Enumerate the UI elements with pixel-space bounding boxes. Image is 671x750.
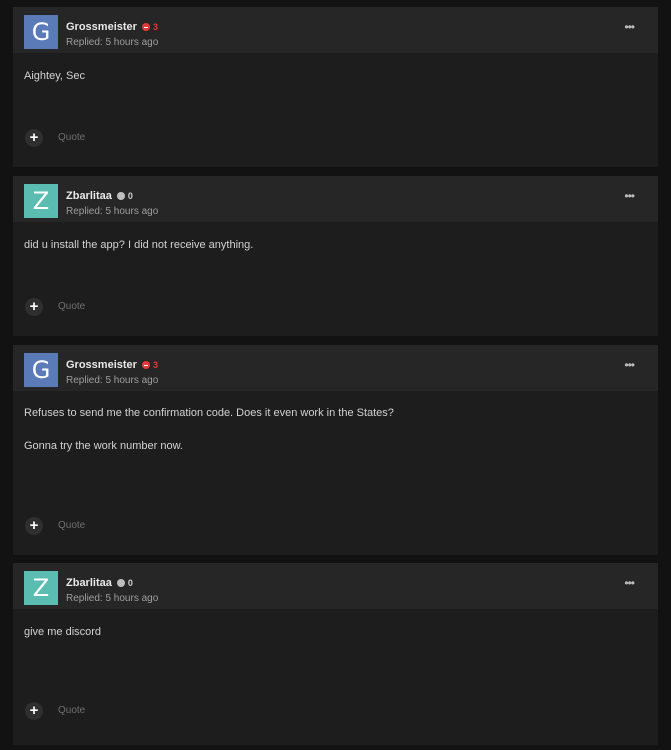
react-plus-button[interactable]: + [25,702,43,720]
more-options-icon[interactable]: ••• [624,576,635,590]
post-author: Zbarlitaa 0 [66,190,133,202]
quote-button[interactable]: Quote [58,705,85,716]
reputation-neutral-icon [116,192,125,200]
avatar[interactable]: Z [24,184,58,218]
quote-button[interactable]: Quote [58,520,85,531]
post-paragraph: give me discord [24,626,102,638]
quote-button[interactable]: Quote [58,132,85,143]
author-name[interactable]: Zbarlitaa [66,577,112,589]
post-author: Zbarlitaa 0 [66,577,133,589]
author-name[interactable]: Zbarlitaa [66,190,112,202]
post-paragraph: did u install the app? I did not receive… [24,239,254,251]
reputation-neutral-icon [116,579,125,587]
post-header: G Grossmeister 3 Replied: 5 hours ago ••… [13,7,658,53]
react-plus-button[interactable]: + [25,517,43,535]
author-name[interactable]: Grossmeister [66,359,137,371]
post-header: G Grossmeister 3 Replied: 5 hours ago ••… [13,345,658,391]
post-paragraph: Gonna try the work number now. [24,440,183,452]
reputation-count: 3 [152,360,158,370]
post-timestamp: Replied: 5 hours ago [66,375,159,386]
react-plus-button[interactable]: + [25,298,43,316]
post-author: Grossmeister 3 [66,359,158,371]
more-options-icon[interactable]: ••• [624,20,635,34]
post-paragraph: Refuses to send me the confirmation code… [24,407,394,419]
reputation-negative-icon [141,361,150,369]
post-paragraph: Aightey, Sec [24,70,85,82]
post-content: Aightey, Sec [24,69,85,102]
more-options-icon[interactable]: ••• [624,189,635,203]
avatar[interactable]: G [24,353,58,387]
reputation-count: 0 [127,191,133,201]
avatar[interactable]: G [24,15,58,49]
post-author: Grossmeister 3 [66,21,158,33]
post-content: Refuses to send me the confirmation code… [24,406,394,472]
post-timestamp: Replied: 5 hours ago [66,206,159,217]
post-header: Z Zbarlitaa 0 Replied: 5 hours ago ••• [13,176,658,222]
post-timestamp: Replied: 5 hours ago [66,593,159,604]
author-name[interactable]: Grossmeister [66,21,137,33]
forum-post: Z Zbarlitaa 0 Replied: 5 hours ago ••• d… [13,176,658,336]
post-header: Z Zbarlitaa 0 Replied: 5 hours ago ••• [13,563,658,609]
forum-post: Z Zbarlitaa 0 Replied: 5 hours ago ••• g… [13,563,658,745]
avatar[interactable]: Z [24,571,58,605]
forum-post: G Grossmeister 3 Replied: 5 hours ago ••… [13,345,658,555]
reputation-count: 3 [152,22,158,32]
forum-post: G Grossmeister 3 Replied: 5 hours ago ••… [13,7,658,167]
more-options-icon[interactable]: ••• [624,358,635,372]
quote-button[interactable]: Quote [58,301,85,312]
post-content: give me discord [24,625,101,658]
react-plus-button[interactable]: + [25,129,43,147]
post-timestamp: Replied: 5 hours ago [66,37,159,48]
reputation-count: 0 [127,578,133,588]
reputation-negative-icon [141,23,150,31]
post-content: did u install the app? I did not receive… [24,238,253,271]
